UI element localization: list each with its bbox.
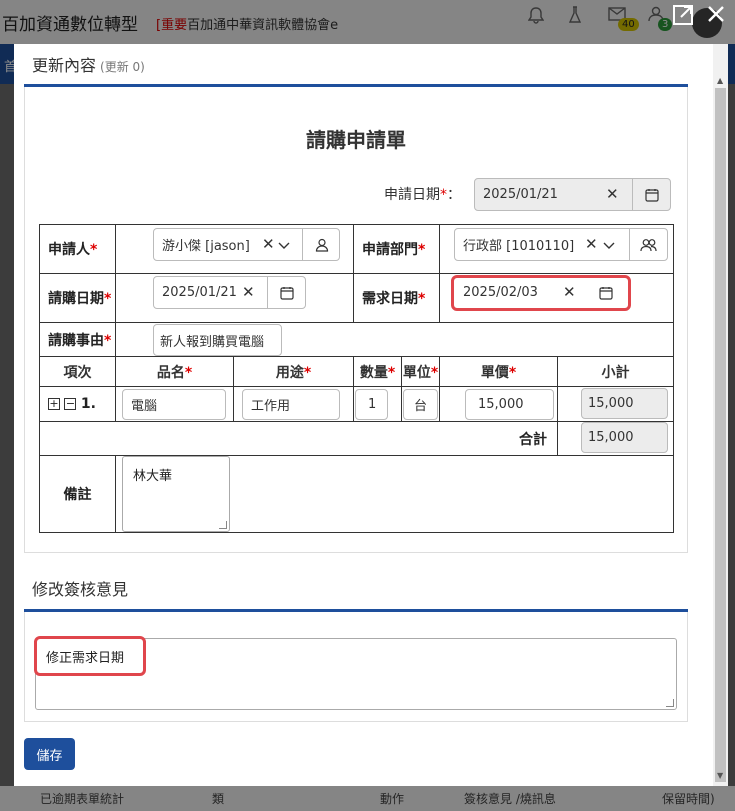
calendar-icon[interactable] [267,277,305,308]
close-icon[interactable] [706,4,726,29]
expand-icon[interactable] [672,4,694,31]
clear-icon[interactable]: ✕ [242,283,255,301]
col-unit: 單位* [401,356,440,387]
resize-handle[interactable] [219,521,227,529]
scroll-up-icon[interactable]: ▲ [717,76,723,85]
purchase-date-field[interactable]: 2025/01/21 ✕ [153,276,306,309]
calendar-icon[interactable] [632,179,670,210]
total-label: 合計 [39,421,558,456]
purchase-date-value: 2025/01/21 [162,285,237,300]
item-qty-input[interactable]: 1 [355,389,388,420]
modal-content[interactable]: 更新內容 (更新 0) 請購申請單 申請日期*： 2025/01/21 ✕ 申請人… [14,44,712,786]
applicant-label: 申請人* [39,224,116,274]
item-unit-input[interactable]: 台 [403,389,438,420]
item-subtotal-field: 15,000 [581,388,668,419]
reason-value: 新人報到購買電腦 [160,334,265,350]
remark-textarea[interactable]: 林大華 [122,456,230,532]
chevron-down-icon[interactable] [603,239,615,254]
clear-icon[interactable]: ✕ [262,235,275,253]
section-update-title: 更新內容 (更新 0) [32,56,145,75]
apply-date-field[interactable]: 2025/01/21 ✕ [474,178,671,211]
section-opinion-title: 修改簽核意見 [32,580,129,599]
reason-label: 請購事由* [39,322,116,357]
apply-date-label: 申請日期*： [384,187,461,203]
clear-icon[interactable]: ✕ [585,235,598,253]
user-picker-icon[interactable] [302,229,340,260]
col-subtotal: 小計 [557,356,674,387]
reason-input[interactable]: 新人報到購買電腦 [153,324,282,356]
applicant-value: 游小傑 [jason] [162,239,250,254]
remark-label: 備註 [39,455,116,533]
col-qty: 數量* [353,356,402,387]
col-item: 項次 [39,356,116,387]
apply-date-value: 2025/01/21 [483,187,558,202]
col-price: 單價* [439,356,558,387]
add-row-icon[interactable]: + [48,398,60,410]
dept-select[interactable]: 行政部 [1010110] ✕ [454,228,668,261]
item-price-input[interactable]: 15,000 [465,389,554,420]
total-field: 15,000 [581,422,668,453]
update-modal: 更新內容 (更新 0) 請購申請單 申請日期*： 2025/01/21 ✕ 申請人… [14,44,728,786]
remove-row-icon[interactable]: − [64,398,77,410]
need-date-label: 需求日期* [353,273,440,323]
scroll-thumb[interactable] [715,88,726,782]
save-button[interactable]: 儲存 [24,738,75,770]
opinion-highlight [34,636,146,676]
item-name-input[interactable]: 電腦 [122,389,226,420]
col-usage: 用途* [233,356,354,387]
group-picker-icon[interactable] [629,229,667,260]
item-cell: + − 1. [39,386,116,422]
modal-scrollbar[interactable]: ▲ ▼ [713,44,728,786]
need-date-highlight [451,275,631,311]
form-title: 請購申請單 [306,128,406,152]
applicant-select[interactable]: 游小傑 [jason] ✕ [153,228,340,261]
clear-icon[interactable]: ✕ [606,185,619,203]
scroll-down-icon[interactable]: ▼ [717,771,723,780]
dept-label: 申請部門* [353,224,440,274]
dept-value: 行政部 [1010110] [463,239,575,254]
purchase-date-label: 請購日期* [39,273,116,323]
col-name: 品名* [115,356,234,387]
resize-handle[interactable] [666,699,674,707]
item-usage-input[interactable]: 工作用 [242,389,340,420]
update-count: (更新 0) [100,60,145,74]
chevron-down-icon[interactable] [278,239,290,254]
item-index: 1. [80,396,96,412]
